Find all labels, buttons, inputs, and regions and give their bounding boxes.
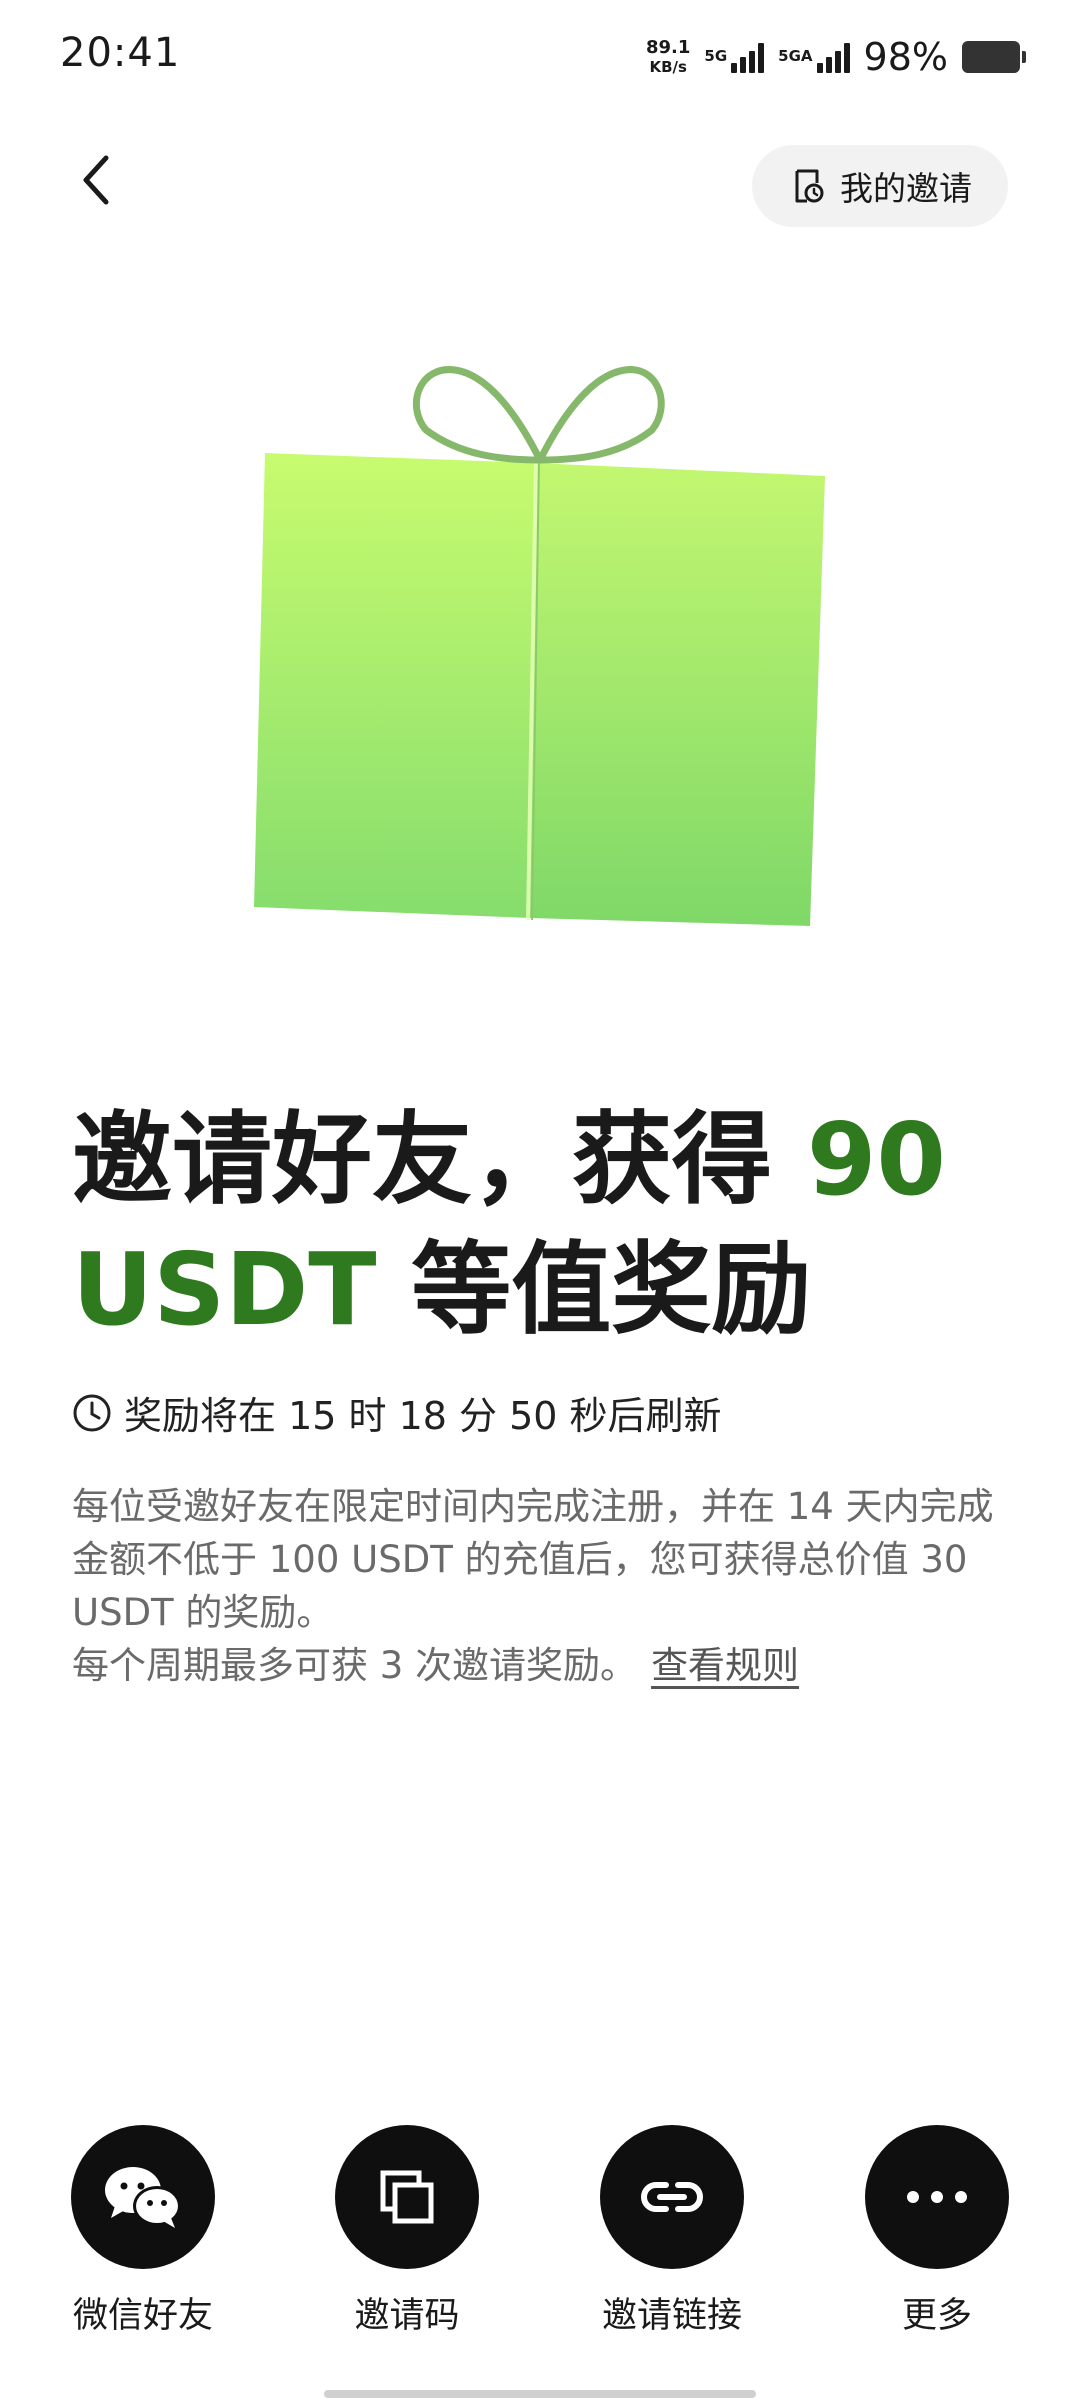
network-speed-unit: KB/s	[649, 58, 687, 76]
share-wechat-label: 微信好友	[72, 2296, 213, 2336]
status-time: 20:41	[60, 30, 181, 76]
title-part1: 邀请好友，获得	[72, 1101, 807, 1218]
my-invites-button[interactable]: 我的邀请	[752, 145, 1008, 227]
reward-cycle-line: 每个周期最多可获 3 次邀请奖励。 查看规则	[72, 1639, 1012, 1692]
share-more-label: 更多	[901, 2296, 972, 2336]
home-indicator[interactable]	[324, 2390, 756, 2398]
sim2-label: 5GA	[778, 47, 813, 65]
battery-icon	[962, 41, 1026, 73]
chevron-left-icon	[83, 155, 109, 205]
share-invite-code-label: 邀请码	[354, 2296, 460, 2336]
sim1-label: 5G	[704, 47, 728, 65]
share-wechat-button[interactable]: 微信好友	[38, 2125, 248, 2338]
battery-percent: 98%	[863, 35, 948, 79]
wechat-icon	[105, 2167, 181, 2228]
share-invite-link-label: 邀请链接	[601, 2296, 742, 2336]
more-icon	[907, 2191, 967, 2203]
share-invite-code-circle[interactable]	[335, 2125, 479, 2269]
refresh-timer-text: 奖励将在 15 时 18 分 50 秒后刷新	[124, 1394, 722, 1438]
reward-description-text: 每位受邀好友在限定时间内完成注册，并在 14 天内完成金额不低于 100 USD…	[72, 1485, 994, 1634]
invite-record-icon	[795, 169, 824, 203]
link-icon	[641, 2182, 703, 2212]
reward-cycle-text: 每个周期最多可获 3 次邀请奖励。	[72, 1644, 638, 1687]
network-speed-value: 89.1	[646, 37, 691, 58]
share-more-button[interactable]: 更多	[832, 2125, 1042, 2338]
signal-sim1-icon: 5G	[704, 41, 765, 73]
signal-sim2-icon: 5GA	[778, 41, 850, 73]
share-invite-link-button[interactable]: 邀请链接	[567, 2125, 777, 2338]
title-part2: 等值奖励	[376, 1231, 812, 1348]
share-invite-link-circle[interactable]	[600, 2125, 744, 2269]
back-button[interactable]	[72, 150, 122, 210]
share-invite-code-button[interactable]: 邀请码	[302, 2125, 512, 2338]
network-speed: 89.1 KB/s	[646, 39, 690, 75]
view-rules-link[interactable]: 查看规则	[651, 1644, 799, 1687]
my-invites-label: 我的邀请	[840, 169, 972, 208]
page-title: 邀请好友，获得 90 USDT 等值奖励	[72, 1095, 972, 1355]
refresh-timer: 奖励将在 15 时 18 分 50 秒后刷新	[72, 1385, 722, 1440]
reward-description: 每位受邀好友在限定时间内完成注册，并在 14 天内完成金额不低于 100 USD…	[72, 1480, 1012, 1692]
status-icons: 89.1 KB/s 5G 5GA 98%	[646, 30, 1026, 84]
copy-icon	[380, 2170, 434, 2224]
gift-box-illustration	[254, 366, 825, 926]
share-wechat-circle[interactable]	[71, 2125, 215, 2269]
share-more-circle[interactable]	[865, 2125, 1009, 2269]
clock-icon	[73, 1394, 111, 1431]
